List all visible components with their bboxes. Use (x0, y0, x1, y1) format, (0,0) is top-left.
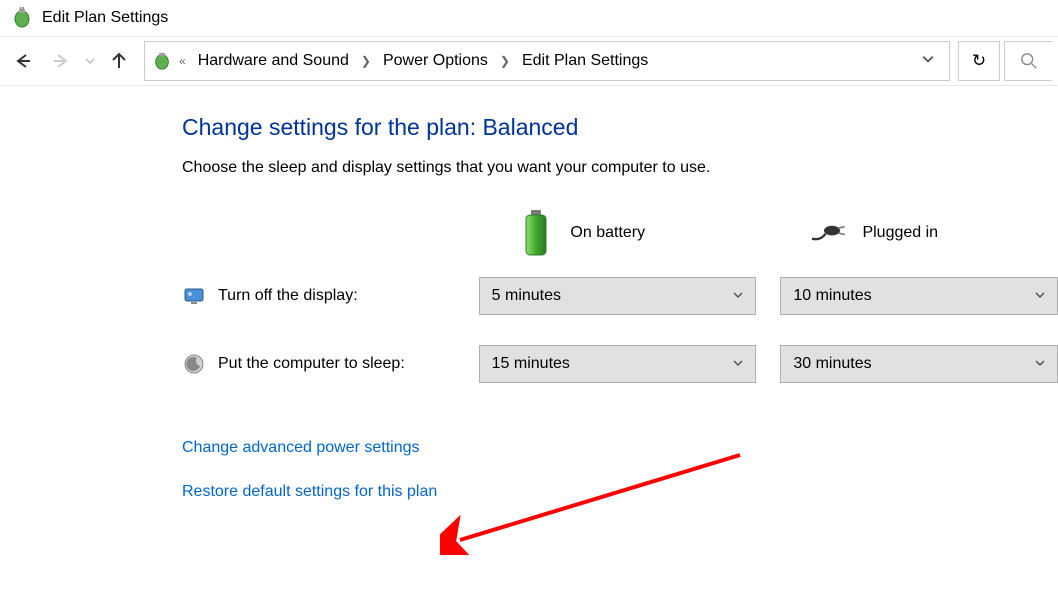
chevron-down-icon (733, 289, 743, 303)
plug-icon (808, 207, 848, 259)
search-box[interactable] (1004, 41, 1052, 81)
up-button[interactable] (102, 44, 136, 78)
search-icon (1020, 52, 1038, 70)
change-advanced-power-settings-link[interactable]: Change advanced power settings (182, 439, 1058, 457)
sleep-icon (182, 352, 206, 376)
chevron-down-icon (1035, 357, 1045, 371)
display-battery-dropdown[interactable]: 5 minutes (479, 277, 757, 315)
recent-locations-button[interactable] (82, 44, 98, 78)
on-battery-label: On battery (570, 224, 645, 242)
breadcrumb-edit-plan-settings[interactable]: Edit Plan Settings (516, 48, 654, 74)
forward-button[interactable] (44, 44, 78, 78)
address-dropdown-button[interactable] (913, 52, 943, 70)
chevron-down-icon (733, 357, 743, 371)
page-subtitle: Choose the sleep and display settings th… (182, 159, 1058, 177)
power-plan-icon (10, 6, 34, 30)
display-row-label: Turn off the display: (218, 287, 358, 305)
chevron-right-icon: ❯ (498, 54, 512, 68)
chevron-down-icon (1035, 289, 1045, 303)
breadcrumb-hardware-sound[interactable]: Hardware and Sound (192, 48, 355, 74)
sleep-battery-dropdown[interactable]: 15 minutes (479, 345, 757, 383)
sleep-plugged-dropdown[interactable]: 30 minutes (780, 345, 1058, 383)
battery-icon (516, 207, 556, 259)
restore-default-settings-link[interactable]: Restore default settings for this plan (182, 483, 1058, 501)
display-icon (182, 284, 206, 308)
breadcrumb-power-options[interactable]: Power Options (377, 48, 494, 74)
window-title: Edit Plan Settings (42, 9, 168, 27)
display-plugged-dropdown[interactable]: 10 minutes (780, 277, 1058, 315)
address-bar[interactable]: « Hardware and Sound ❯ Power Options ❯ E… (144, 41, 950, 81)
refresh-button[interactable]: ↻ (958, 41, 1000, 81)
back-button[interactable] (6, 44, 40, 78)
sleep-row-label: Put the computer to sleep: (218, 355, 405, 373)
power-plan-icon (151, 50, 173, 72)
breadcrumb-prefix: « (177, 54, 188, 68)
page-heading: Change settings for the plan: Balanced (182, 114, 1058, 141)
chevron-right-icon: ❯ (359, 54, 373, 68)
plugged-in-label: Plugged in (862, 224, 938, 242)
